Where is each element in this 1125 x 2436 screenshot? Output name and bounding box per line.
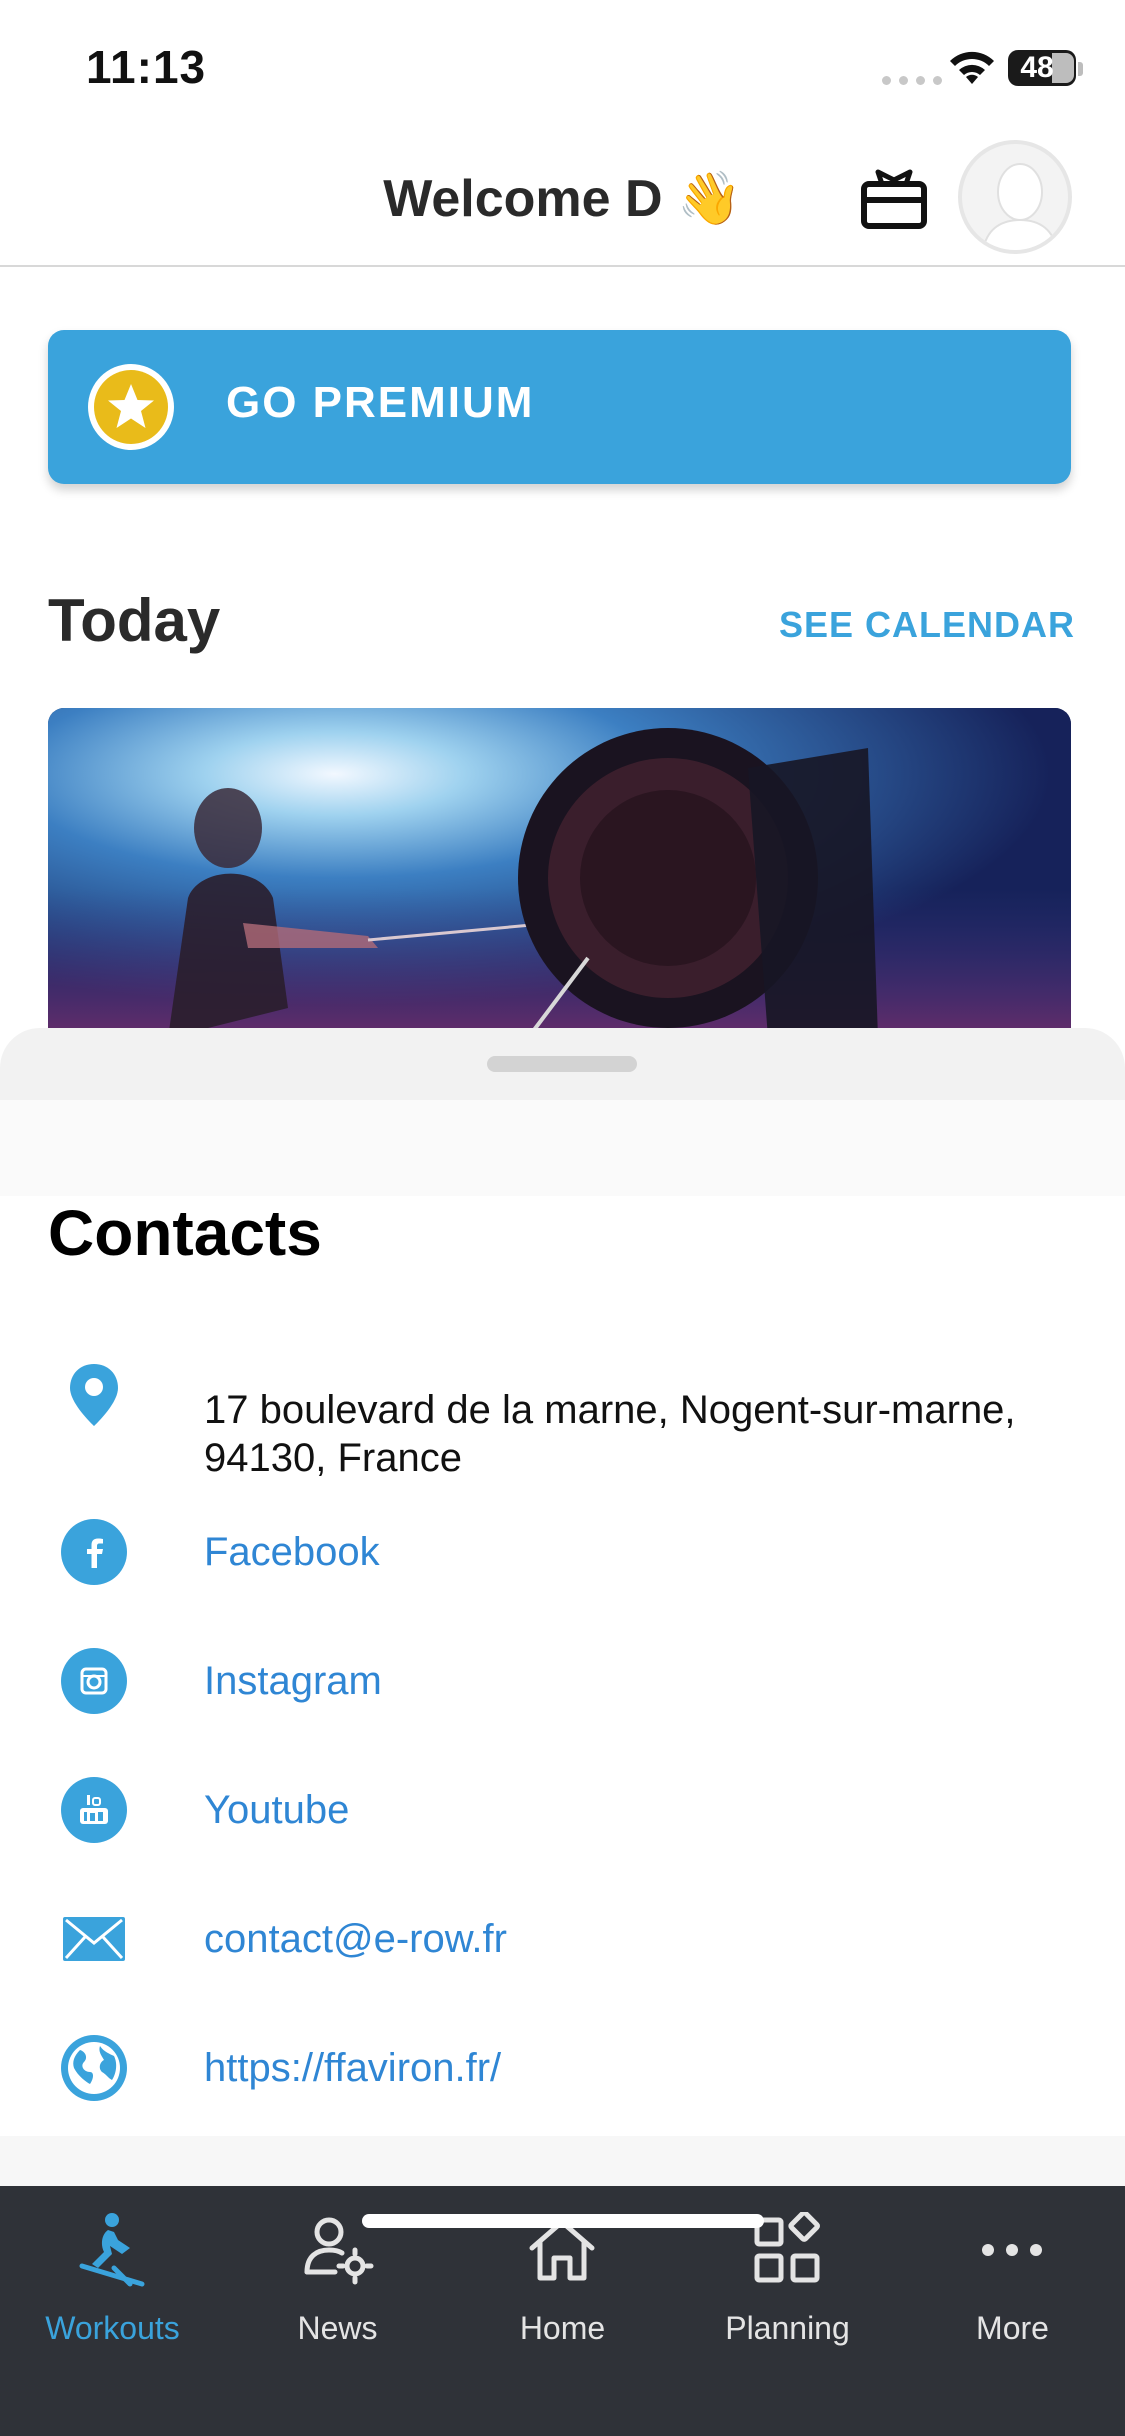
location-pin-icon [70,1364,118,1426]
facebook-icon [61,1519,127,1585]
today-workout-card[interactable] [48,708,1071,1038]
tab-home-label: Home [519,2310,606,2346]
tab-more[interactable]: More [900,2206,1125,2366]
facebook-link[interactable]: Facebook [204,1528,380,1576]
instagram-icon [61,1648,127,1714]
user-silhouette-icon [982,163,1058,250]
email-link[interactable]: contact@e-row.fr [204,1915,507,1963]
status-time: 11:13 [86,41,207,93]
youtube-link[interactable]: Youtube [204,1786,349,1834]
contacts-heading: Contacts [48,1197,322,1269]
rower-icon [79,2213,145,2287]
gift-card-icon[interactable] [860,166,928,234]
premium-label: GO PREMIUM [226,378,535,427]
cellular-signal-icon [882,76,942,85]
battery-icon: 48 [1008,50,1076,86]
today-heading: Today [48,587,221,654]
tab-news[interactable]: News [225,2206,450,2366]
go-premium-button[interactable]: GO PREMIUM [48,330,1071,484]
tab-news-label: News [297,2310,378,2346]
tab-planning-label: Planning [725,2310,850,2346]
wifi-icon [950,51,994,84]
tab-workouts-label: Workouts [45,2310,180,2346]
tab-home[interactable]: Home [450,2206,675,2366]
app-header: Welcome D 👋 [0,130,1125,267]
address-text: 17 boulevard de la marne, Nogent-sur-mar… [204,1388,1016,1480]
tab-more-label: More [976,2310,1049,2346]
instagram-link[interactable]: Instagram [204,1657,382,1705]
status-bar: 11:13 48 [0,0,1125,130]
tab-workouts[interactable]: Workouts [0,2206,225,2366]
globe-icon [61,2035,127,2101]
star-badge-icon [88,364,174,450]
ellipsis-icon [982,2244,1042,2256]
see-calendar-link[interactable]: SEE CALENDAR [779,604,1075,646]
avatar[interactable] [958,140,1072,254]
home-indicator[interactable] [362,2214,764,2228]
tab-planning[interactable]: Planning [675,2206,900,2366]
youtube-icon [61,1777,127,1843]
page-title: Welcome D 👋 [383,170,742,228]
website-link[interactable]: https://ffaviron.fr/ [204,2044,501,2092]
envelope-icon [63,1917,125,1961]
contacts-bottom-sheet: Contacts 17 boulevard de la marne, Nogen… [0,1028,1125,2186]
battery-level: 48 [1020,51,1054,84]
sheet-drag-handle[interactable] [487,1056,637,1072]
rowing-workout-image [48,708,1071,1038]
